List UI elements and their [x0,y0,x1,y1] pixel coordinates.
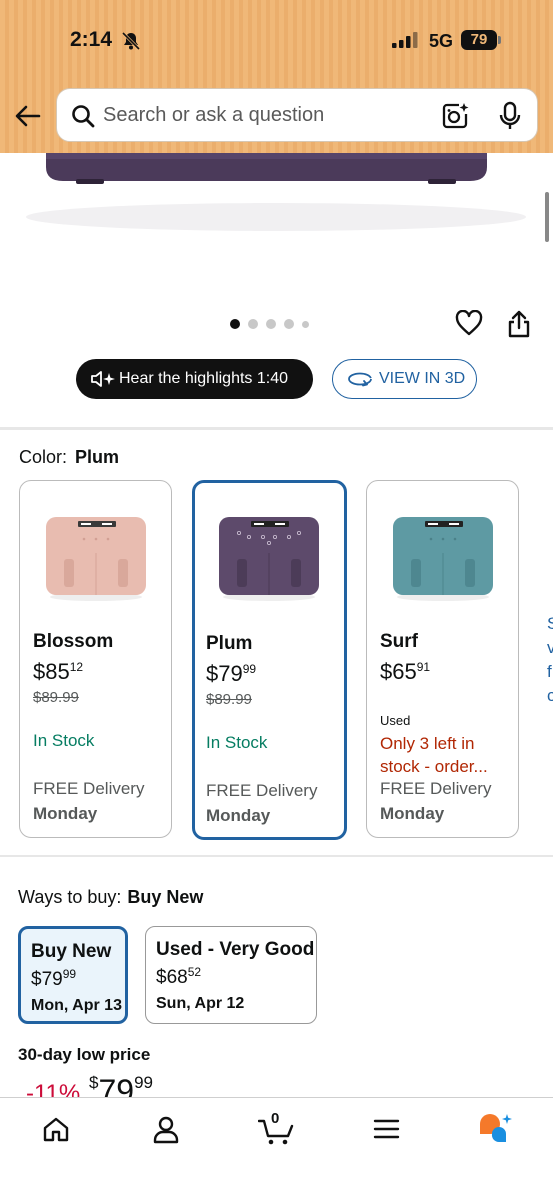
search-input[interactable] [103,98,423,132]
price-whole: 65 [392,659,417,684]
air-fryer-thumbnail [46,517,146,601]
condition-label: Used [380,713,411,728]
color-option-plum[interactable]: Plum $7999 $89.99 In Stock FREE Delivery… [192,480,347,840]
price-fraction: 99 [62,967,77,981]
view-in-3d-button[interactable]: VIEW IN 3D [332,359,477,399]
ways-to-buy-label-text: Ways to buy: [18,887,122,907]
color-name: Plum [206,633,253,654]
buy-option-title: Buy New [31,941,112,962]
color-label-text: Color: [19,447,68,467]
section-divider [0,855,553,857]
buy-option-price: $7999 [31,967,77,990]
buy-option-price: $6852 [156,965,202,988]
color-option-blossom[interactable]: Blossom $8512 $89.99 In Stock FREE Deliv… [19,480,172,838]
ways-to-buy-label: Ways to buy: Buy New [18,887,203,908]
section-divider [0,427,553,430]
buy-option-date: Mon, Apr 13 [31,997,122,1014]
delivery-label: FREE Delivery [33,779,145,798]
next-option-peek[interactable]: Svfc [547,612,553,708]
color-name: Blossom [33,631,114,652]
original-price: $89.99 [33,689,79,706]
network-type: 5G [429,31,454,51]
heart-icon[interactable] [455,310,483,336]
account-icon[interactable] [153,1116,179,1144]
product-image[interactable] [0,153,553,273]
delivery-label: FREE Delivery [206,781,318,800]
bottom-nav-bar: 0 [0,1097,553,1200]
hear-highlights-button[interactable]: Hear the highlights 1:40 [76,359,313,399]
cart-count: 0 [271,1110,280,1127]
rufus-assistant-icon[interactable] [478,1112,514,1144]
carousel-dot[interactable] [266,319,276,329]
low-price-label: 30-day low price [18,1045,151,1064]
carousel-dot[interactable] [302,320,309,328]
air-fryer-thumbnail [219,517,319,601]
price-fraction: 91 [416,660,431,674]
price-whole: 79 [41,969,63,990]
buy-option-date: Sun, Apr 12 [156,995,245,1012]
buy-option-used-very-good[interactable]: Used - Very Good $6852 Sun, Apr 12 [145,926,317,1024]
search-icon [72,105,95,128]
status-time: 2:14 [70,28,113,51]
price-fraction: 12 [69,660,84,674]
bell-muted-icon [121,31,141,51]
back-arrow-icon[interactable] [14,102,42,130]
color-price: $7999 [206,661,257,686]
delivery-day: Monday [33,804,98,823]
image-carousel-dots[interactable] [230,318,309,330]
camera-lens-icon[interactable] [441,102,469,130]
price-fraction: 52 [187,965,202,979]
availability: In Stock [206,733,268,752]
price-fraction: 99 [242,662,257,676]
header-bar: 2:14 5G 79 [0,0,553,153]
buy-option-new[interactable]: Buy New $7999 Mon, Apr 13 [18,926,128,1024]
price-fraction: 99 [134,1073,153,1092]
carousel-dot[interactable] [248,319,258,329]
color-option-surf[interactable]: Surf $6591 Used Only 3 left in stock - o… [366,480,519,838]
price-whole: 85 [45,659,70,684]
menu-icon[interactable] [373,1118,400,1140]
price-whole: 79 [218,661,243,686]
battery-cap [498,36,501,44]
air-fryer-thumbnail [393,517,493,601]
carousel-dot[interactable] [230,319,240,329]
scroll-indicator [545,192,549,242]
selected-buy-option: Buy New [127,887,204,907]
carousel-dot[interactable] [284,319,294,329]
battery-level: 79 [461,30,497,50]
buy-option-title: Used - Very Good [156,939,315,960]
availability: In Stock [33,731,95,750]
microphone-icon[interactable] [499,101,521,131]
price-whole: 68 [166,967,188,988]
availability: Only 3 left in stock - order... [380,734,488,776]
original-price: $89.99 [206,691,252,708]
search-bar[interactable] [56,88,538,142]
color-label: Color: Plum [19,447,119,468]
share-icon[interactable] [507,310,531,338]
selected-color: Plum [75,447,120,467]
color-name: Surf [380,631,418,652]
delivery-day: Monday [206,806,271,825]
hear-highlights-label: Hear the highlights 1:40 [119,370,288,387]
color-price: $6591 [380,659,431,684]
delivery-label: FREE Delivery [380,779,492,798]
rotate-3d-icon [348,372,372,387]
home-icon[interactable] [42,1116,70,1142]
view-in-3d-label: VIEW IN 3D [379,370,466,387]
signal-icon [392,32,418,48]
speaker-sparkle-icon [91,371,115,387]
color-price: $8512 [33,659,84,684]
delivery-day: Monday [380,804,445,823]
